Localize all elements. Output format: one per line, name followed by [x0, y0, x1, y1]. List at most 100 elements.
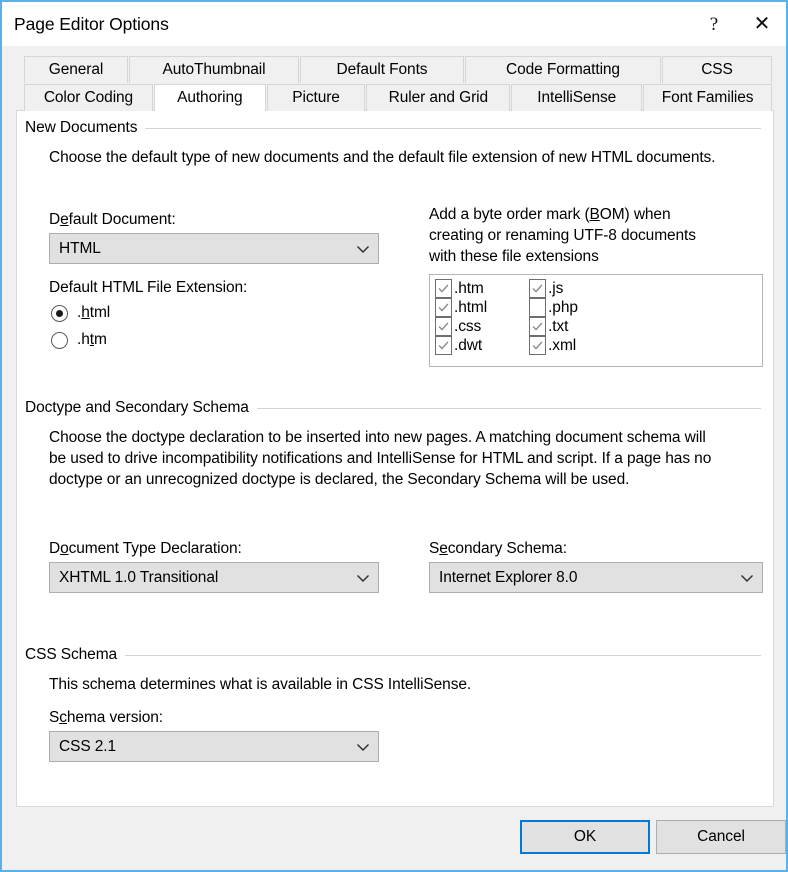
tab-row-1: General AutoThumbnail Default Fonts Code… [24, 56, 772, 83]
group-css-schema-title: CSS Schema [25, 646, 118, 663]
checkbox-unchecked-icon [529, 298, 547, 317]
group-doctype-header: Doctype and Secondary Schema [25, 399, 761, 417]
group-new-documents: New Documents Choose the default type of… [25, 119, 763, 367]
bom-description-post: OM) when [599, 206, 671, 223]
bom-item-php[interactable]: .php [529, 298, 578, 317]
chevron-down-icon [741, 574, 753, 582]
bom-description-accesskey: B [589, 206, 600, 223]
radio-option-html[interactable]: .html [51, 304, 110, 322]
secondary-schema-label-accesskey: e [439, 540, 448, 557]
tab-color-coding[interactable]: Color Coding [24, 84, 153, 111]
bom-label-htm: .htm [454, 279, 484, 297]
default-document-label: Default Document: [49, 211, 176, 229]
tab-ruler-and-grid[interactable]: Ruler and Grid [366, 84, 511, 111]
radio-indicator-htm [51, 331, 68, 349]
secondary-schema-label-pre: S [429, 540, 440, 557]
group-css-schema: CSS Schema This schema determines what i… [25, 646, 761, 762]
bom-item-css[interactable]: .css [435, 317, 487, 336]
schema-version-combobox[interactable]: CSS 2.1 [49, 731, 379, 762]
document-type-label-accesskey: o [60, 540, 69, 557]
tab-code-formatting[interactable]: Code Formatting [465, 56, 661, 83]
tab-authoring[interactable]: Authoring [153, 84, 266, 111]
group-doctype-title: Doctype and Secondary Schema [25, 399, 249, 416]
checkbox-checked-icon [435, 317, 452, 336]
default-document-combobox[interactable]: HTML [49, 233, 379, 264]
group-doctype: Doctype and Secondary Schema Choose the … [25, 399, 763, 593]
window-title: Page Editor Options [14, 13, 169, 34]
tab-general[interactable]: General [24, 56, 128, 83]
checkbox-checked-icon [529, 279, 547, 298]
group-css-schema-header: CSS Schema [25, 646, 761, 664]
document-type-label-post: cument Type Declaration: [68, 540, 242, 557]
secondary-schema-value: Internet Explorer 8.0 [439, 568, 578, 586]
document-type-combobox[interactable]: XHTML 1.0 Transitional [49, 562, 379, 593]
bom-label-txt: .txt [548, 317, 569, 335]
bom-item-xml[interactable]: .xml [529, 336, 578, 355]
group-css-schema-rule [125, 654, 761, 656]
dialog-footer: OK Cancel [2, 806, 786, 870]
bom-extensions-column-2: .js .php .txt .xml [529, 279, 578, 362]
schema-version-label-accesskey: c [59, 709, 67, 726]
checkbox-checked-icon [529, 317, 547, 336]
secondary-schema-combobox[interactable]: Internet Explorer 8.0 [429, 562, 763, 593]
page-editor-options-dialog: Page Editor Options ? ✕ New Documents Ch… [0, 0, 788, 872]
cancel-button[interactable]: Cancel [656, 820, 786, 854]
close-icon: ✕ [753, 13, 771, 35]
help-button[interactable]: ? [690, 2, 738, 46]
file-extension-label: Default HTML File Extension: [49, 279, 248, 296]
radio-label-html-post: tml [89, 304, 111, 321]
checkbox-checked-icon [529, 336, 547, 355]
new-documents-description: Choose the default type of new documents… [49, 149, 716, 166]
bom-item-txt[interactable]: .txt [529, 317, 578, 336]
file-extension-radio-group: .html .htm [51, 304, 110, 358]
radio-label-htm: .htm [77, 331, 107, 349]
tab-intellisense[interactable]: IntelliSense [511, 84, 643, 111]
ok-button[interactable]: OK [520, 820, 650, 854]
secondary-schema-label: Secondary Schema: [429, 540, 567, 558]
radio-option-htm[interactable]: .htm [51, 331, 110, 349]
tab-default-fonts[interactable]: Default Fonts [300, 56, 464, 83]
bom-item-js[interactable]: .js [529, 279, 578, 298]
default-document-label-accesskey: e [60, 211, 69, 228]
doctype-description: Choose the doctype declaration to be ins… [49, 429, 712, 488]
radio-label-htm-pre: .h [77, 331, 90, 348]
chevron-down-icon [357, 245, 369, 253]
tab-css[interactable]: CSS [662, 56, 772, 83]
tab-font-families[interactable]: Font Families [643, 84, 773, 111]
schema-version-value: CSS 2.1 [59, 737, 117, 755]
bom-label-php: .php [548, 298, 578, 316]
document-type-value: XHTML 1.0 Transitional [59, 568, 219, 586]
schema-version-label-pre: S [49, 709, 60, 726]
bom-description-pre: Add a byte order mark ( [429, 206, 590, 223]
group-new-documents-header: New Documents [25, 119, 761, 137]
default-document-label-post: fault Document: [68, 211, 176, 228]
bom-description: Add a byte order mark (BOM) when creating… [429, 205, 759, 268]
close-button[interactable]: ✕ [738, 2, 786, 46]
schema-version-label-post: hema version: [66, 709, 163, 726]
tab-autothumbnail[interactable]: AutoThumbnail [129, 56, 299, 83]
checkbox-checked-icon [435, 298, 452, 317]
bom-description-line3: with these file extensions [429, 247, 599, 265]
bom-extensions-column-1: .htm .html .css .dwt [435, 279, 487, 362]
bom-extensions-listbox[interactable]: .htm .html .css .dwt .js .php .txt .xml [429, 274, 763, 367]
radio-label-html: .html [77, 304, 110, 322]
chevron-down-icon [357, 743, 369, 751]
group-doctype-rule [256, 407, 761, 409]
bom-item-dwt[interactable]: .dwt [435, 336, 487, 355]
tab-content-panel: New Documents Choose the default type of… [16, 110, 774, 807]
bom-item-htm[interactable]: .htm [435, 279, 487, 298]
tab-picture[interactable]: Picture [266, 84, 366, 111]
bom-label-css: .css [454, 317, 482, 335]
title-bar: Page Editor Options ? ✕ [2, 2, 786, 46]
bom-item-html[interactable]: .html [435, 298, 487, 317]
group-new-documents-rule [145, 127, 761, 129]
document-type-label: Document Type Declaration: [49, 540, 242, 558]
bom-description-line2: creating or renaming UTF-8 documents [429, 226, 696, 244]
chevron-down-icon [357, 574, 369, 582]
checkbox-checked-icon [435, 336, 452, 355]
secondary-schema-label-post: condary Schema: [447, 540, 567, 557]
tab-row-2: Color Coding Authoring Picture Ruler and… [24, 84, 773, 111]
tab-strip: General AutoThumbnail Default Fonts Code… [24, 56, 773, 111]
radio-label-htm-post: m [93, 331, 107, 348]
bom-label-js: .js [548, 279, 564, 297]
